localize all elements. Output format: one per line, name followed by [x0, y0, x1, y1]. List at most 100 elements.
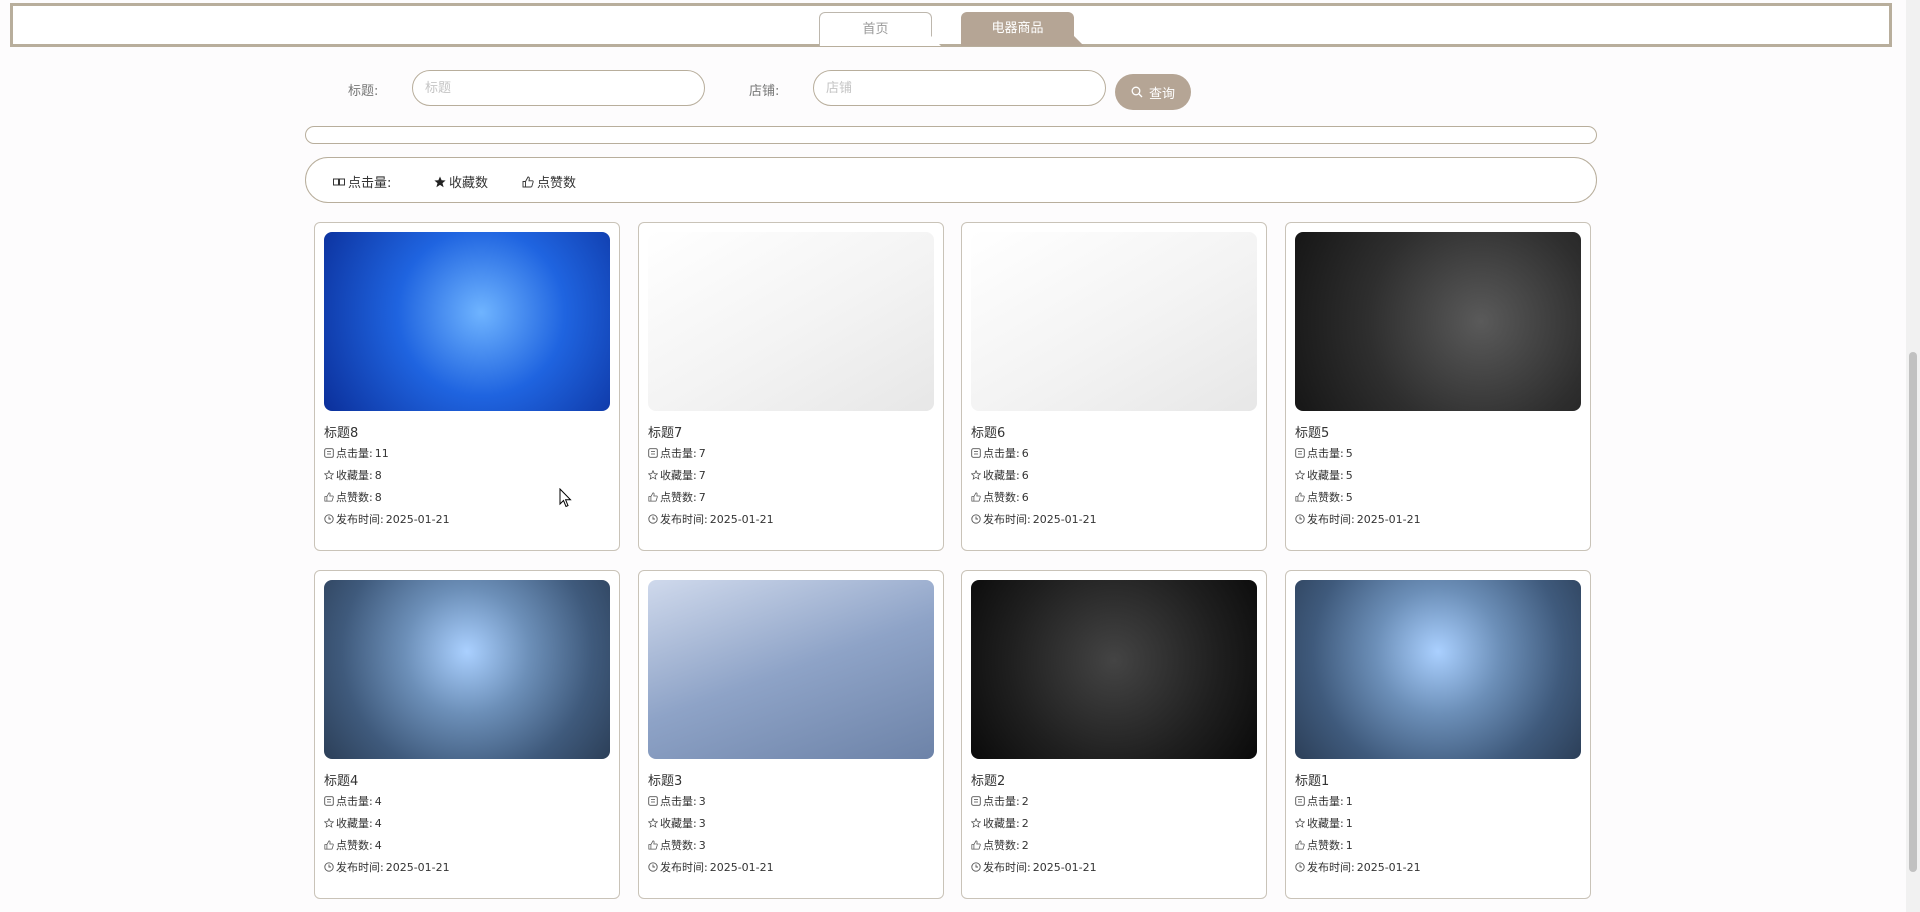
mouse-cursor-icon	[559, 488, 572, 508]
search-button-label: 查询	[1148, 86, 1175, 102]
clicks-icon	[1295, 448, 1305, 458]
clicks-icon	[324, 448, 334, 458]
meta-label: 点赞数:	[983, 491, 1020, 504]
meta-value: 2025-01-21	[1032, 512, 1097, 526]
thumbs-up-icon	[971, 492, 981, 502]
meta-label: 收藏量:	[336, 817, 373, 830]
product-card[interactable]: 标题2 点击量: 2 收藏量: 2 点赞数: 2 发布时间: 2025-01-21	[961, 570, 1267, 899]
meta-label: 点击量:	[336, 795, 373, 808]
product-published-row: 发布时间: 2025-01-21	[971, 511, 1097, 527]
clicks-icon	[648, 796, 658, 806]
product-card[interactable]: 标题6 点击量: 6 收藏量: 6 点赞数: 6 发布时间: 2025-01-21	[961, 222, 1267, 551]
product-card[interactable]: 标题5 点击量: 5 收藏量: 5 点赞数: 5 发布时间: 2025-01-21	[1285, 222, 1591, 551]
meta-value: 2025-01-21	[1356, 860, 1421, 874]
meta-value: 2025-01-21	[1032, 860, 1097, 874]
meta-label: 点赞数:	[336, 839, 373, 852]
search-button[interactable]: 查询	[1115, 74, 1191, 110]
product-title[interactable]: 标题4	[324, 770, 358, 789]
filter-bar	[305, 126, 1597, 144]
product-card[interactable]: 标题4 点击量: 4 收藏量: 4 点赞数: 4 发布时间: 2025-01-21	[314, 570, 620, 899]
product-card[interactable]: 标题8 点击量: 11 收藏量: 8 点赞数: 8 发布时间: 2025-01-21	[314, 222, 620, 551]
product-image[interactable]	[971, 580, 1257, 759]
meta-value: 6	[1021, 490, 1029, 504]
clicks-icon	[971, 796, 981, 806]
product-likes-row: 点赞数: 6	[971, 489, 1029, 505]
product-image[interactable]	[324, 232, 610, 411]
product-title[interactable]: 标题7	[648, 422, 682, 441]
product-favorites-row: 收藏量: 6	[971, 467, 1029, 483]
product-title[interactable]: 标题3	[648, 770, 682, 789]
meta-value: 2025-01-21	[385, 512, 450, 526]
clock-icon	[648, 862, 658, 872]
meta-label: 点击量:	[1307, 795, 1344, 808]
meta-value: 5	[1345, 468, 1353, 482]
meta-label: 收藏量:	[336, 469, 373, 482]
product-published-row: 发布时间: 2025-01-21	[971, 859, 1097, 875]
product-likes-row: 点赞数: 4	[324, 837, 382, 853]
meta-value: 1	[1345, 794, 1353, 808]
meta-value: 4	[374, 816, 382, 830]
meta-label: 收藏量:	[983, 469, 1020, 482]
meta-label: 点赞数:	[660, 839, 697, 852]
product-published-row: 发布时间: 2025-01-21	[1295, 859, 1421, 875]
meta-label: 收藏量:	[983, 817, 1020, 830]
product-image[interactable]	[648, 232, 934, 411]
clock-icon	[971, 862, 981, 872]
product-likes-row: 点赞数: 3	[648, 837, 706, 853]
product-title[interactable]: 标题8	[324, 422, 358, 441]
meta-label: 点击量:	[983, 795, 1020, 808]
meta-label: 点击量:	[1307, 447, 1344, 460]
product-clicks-row: 点击量: 7	[648, 445, 706, 461]
meta-label: 发布时间:	[660, 513, 708, 526]
meta-label: 收藏量:	[1307, 469, 1344, 482]
product-published-row: 发布时间: 2025-01-21	[324, 859, 450, 875]
star-outline-icon	[971, 470, 981, 480]
sort-by-clicks[interactable]: 点击量:	[333, 172, 391, 191]
meta-label: 发布时间:	[1307, 861, 1355, 874]
product-title[interactable]: 标题1	[1295, 770, 1329, 789]
product-clicks-row: 点击量: 1	[1295, 793, 1353, 809]
clock-icon	[971, 514, 981, 524]
shop-label: 店铺:	[749, 84, 780, 99]
product-card[interactable]: 标题7 点击量: 7 收藏量: 7 点赞数: 7 发布时间: 2025-01-21	[638, 222, 944, 551]
star-outline-icon	[1295, 470, 1305, 480]
star-outline-icon	[324, 818, 334, 828]
meta-label: 收藏量:	[660, 817, 697, 830]
tab-home[interactable]: 首页	[819, 12, 941, 46]
meta-value: 5	[1345, 490, 1353, 504]
product-image[interactable]	[1295, 580, 1581, 759]
title-search-input[interactable]	[412, 70, 705, 106]
scrollbar[interactable]	[1906, 0, 1920, 912]
meta-value: 2025-01-21	[709, 860, 774, 874]
product-likes-row: 点赞数: 1	[1295, 837, 1353, 853]
product-favorites-row: 收藏量: 8	[324, 467, 382, 483]
product-title[interactable]: 标题6	[971, 422, 1005, 441]
sort-by-likes[interactable]: 点赞数	[522, 172, 576, 191]
product-image[interactable]	[648, 580, 934, 759]
top-nav: 首页 电器商品	[10, 3, 1892, 47]
title-label: 标题:	[348, 84, 379, 99]
product-favorites-row: 收藏量: 4	[324, 815, 382, 831]
product-title[interactable]: 标题2	[971, 770, 1005, 789]
product-title[interactable]: 标题5	[1295, 422, 1329, 441]
product-image[interactable]	[1295, 232, 1581, 411]
product-image[interactable]	[971, 232, 1257, 411]
product-favorites-row: 收藏量: 1	[1295, 815, 1353, 831]
product-clicks-row: 点击量: 4	[324, 793, 382, 809]
product-card[interactable]: 标题3 点击量: 3 收藏量: 3 点赞数: 3 发布时间: 2025-01-21	[638, 570, 944, 899]
meta-value: 3	[698, 794, 706, 808]
clicks-icon	[324, 796, 334, 806]
product-published-row: 发布时间: 2025-01-21	[648, 511, 774, 527]
product-image[interactable]	[324, 580, 610, 759]
product-published-row: 发布时间: 2025-01-21	[648, 859, 774, 875]
star-outline-icon	[971, 818, 981, 828]
page: 首页 电器商品 标题: 店铺: 查询 点击量: 收藏数	[0, 0, 1920, 912]
shop-search-input[interactable]	[813, 70, 1106, 106]
product-card[interactable]: 标题1 点击量: 1 收藏量: 1 点赞数: 1 发布时间: 2025-01-21	[1285, 570, 1591, 899]
tab-electronics[interactable]: 电器商品	[961, 12, 1084, 46]
meta-value: 3	[698, 816, 706, 830]
meta-value: 2025-01-21	[385, 860, 450, 874]
product-clicks-row: 点击量: 3	[648, 793, 706, 809]
scrollbar-thumb[interactable]	[1909, 352, 1917, 872]
sort-by-favorites[interactable]: 收藏数	[434, 172, 488, 191]
